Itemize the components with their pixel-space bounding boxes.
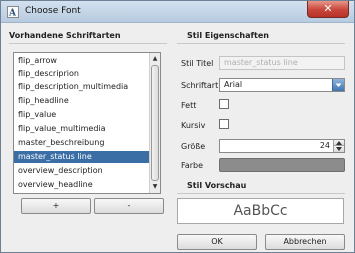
font-family-select[interactable]: Arial [219, 78, 345, 92]
list-scrollbar[interactable]: ▲ ▼ [149, 53, 160, 193]
italic-label: Kursiv [181, 121, 206, 130]
spin-down-icon[interactable] [334, 146, 344, 152]
style-preview-heading: Stil Vorschau [187, 181, 247, 190]
left-heading-divider [9, 43, 167, 44]
scroll-up-arrow-icon[interactable]: ▲ [150, 53, 160, 65]
style-properties-heading: Stil Eigenschaften [187, 31, 269, 40]
title-bar[interactable]: A Choose Font ✕ [1, 1, 354, 23]
style-title-field[interactable]: master_status line [219, 56, 345, 70]
bold-checkbox[interactable] [219, 99, 229, 109]
window-title: Choose Font [25, 6, 81, 16]
scroll-down-arrow-icon[interactable]: ▼ [150, 181, 160, 193]
font-family-label: Schriftart [181, 81, 219, 90]
font-style-list[interactable]: flip_arrow flip_descriprion flip_descrip… [13, 52, 161, 194]
remove-style-button[interactable]: - [94, 198, 164, 214]
close-button[interactable]: ✕ [307, 1, 349, 18]
svg-text:A: A [8, 9, 17, 18]
size-spinner[interactable]: 24 [219, 139, 345, 153]
ok-button[interactable]: OK [177, 234, 257, 250]
italic-checkbox[interactable] [219, 119, 229, 129]
add-style-button[interactable]: + [21, 198, 91, 214]
bold-label: Fett [181, 101, 197, 110]
list-item[interactable]: flip_value [14, 109, 149, 121]
list-item[interactable]: flip_headline [14, 95, 149, 107]
color-label: Farbe [181, 161, 204, 170]
list-item[interactable]: flip_value_multimedia [14, 123, 149, 135]
list-item-selected[interactable]: master_status line [14, 151, 149, 163]
chevron-down-icon[interactable] [332, 79, 344, 91]
list-item[interactable]: overview_headline [14, 179, 149, 191]
color-picker-button[interactable] [219, 158, 345, 172]
scrollbar-thumb[interactable] [151, 65, 159, 181]
size-spinner-buttons[interactable] [333, 140, 344, 152]
list-item[interactable]: master_beschreibung [14, 137, 149, 149]
list-item[interactable]: flip_arrow [14, 55, 149, 67]
size-value: 24 [319, 141, 330, 150]
preview-heading-divider [177, 193, 345, 194]
close-icon: ✕ [323, 2, 333, 15]
style-title-label: Stil Titel [181, 59, 214, 68]
font-family-value: Arial [224, 80, 243, 89]
right-heading-divider [177, 43, 345, 44]
list-item[interactable]: overview_description [14, 165, 149, 177]
available-fonts-heading: Vorhandene Schriftarten [9, 31, 121, 40]
style-preview-box: AaBbCc [177, 198, 344, 224]
list-item[interactable]: flip_descriprion [14, 68, 149, 80]
choose-font-dialog: A Choose Font ✕ Vorhandene Schriftarten … [0, 0, 355, 253]
list-item[interactable]: flip_description_multimedia [14, 81, 149, 93]
cancel-button[interactable]: Abbrechen [265, 234, 345, 250]
font-dialog-icon: A [7, 6, 19, 18]
size-label: Größe [181, 142, 206, 151]
